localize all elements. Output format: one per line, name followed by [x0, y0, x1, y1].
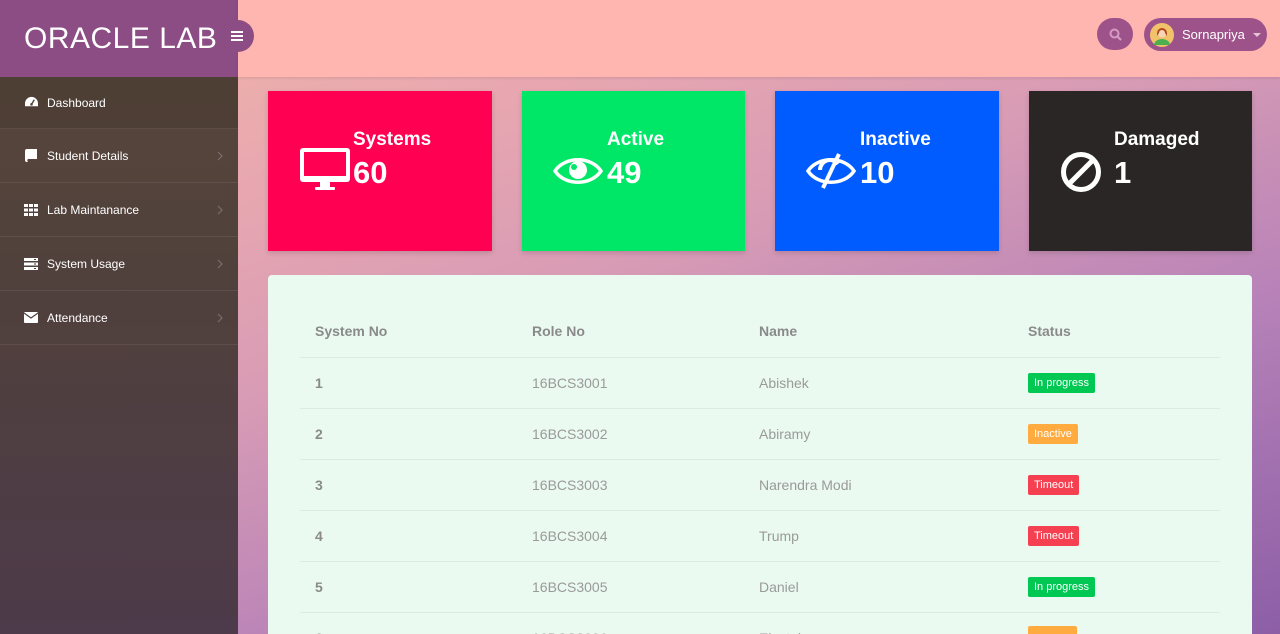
table-row[interactable]: 4 16BCS3004 Trump Timeout — [300, 510, 1220, 562]
system-no-cell: 4 — [300, 510, 517, 562]
status-badge — [1028, 626, 1077, 634]
sidebar-item-label: Lab Maintanance — [47, 202, 140, 217]
menu-icon — [231, 31, 243, 41]
chevron-right-icon — [217, 151, 223, 160]
sidebar-item-label: Dashboard — [47, 95, 106, 110]
systems-table-panel: System No Role No Name Status 1 16BCS3001… — [268, 275, 1252, 634]
table-row[interactable]: 5 16BCS3005 Daniel In progress — [300, 561, 1220, 613]
sidebar-item-system-usage[interactable]: System Usage — [0, 237, 238, 291]
user-menu-button[interactable]: Sornapriya — [1144, 18, 1267, 51]
name-cell: Abiramy — [744, 408, 1013, 460]
name-cell: Trump — [744, 510, 1013, 562]
search-icon — [1109, 28, 1122, 41]
user-name: Sornapriya — [1182, 27, 1245, 42]
sidebar-item-dashboard[interactable]: Dashboard — [0, 77, 238, 129]
eye-slash-icon — [806, 153, 856, 189]
stat-title: Systems — [353, 129, 432, 150]
sidebar-item-label: Attendance — [47, 310, 108, 325]
book-icon — [23, 149, 39, 163]
ban-icon — [1061, 152, 1101, 192]
chevron-right-icon — [217, 313, 223, 322]
status-badge: Timeout — [1028, 474, 1080, 495]
table-row[interactable]: 3 16BCS3003 Narendra Modi Timeout — [300, 459, 1220, 511]
sidebar-item-student-details[interactable]: Student Details — [0, 129, 238, 183]
stat-card-active[interactable]: Active 49 — [522, 91, 745, 251]
brand-title[interactable]: ORACLE LAB — [0, 0, 238, 77]
system-no-cell: 5 — [300, 561, 517, 613]
sidebar-item-attendance[interactable]: Attendance — [0, 291, 238, 345]
name-cell: Daniel — [744, 561, 1013, 613]
role-no-cell: 16BCS3005 — [517, 561, 744, 613]
role-no-cell: 16BCS3001 — [517, 357, 744, 409]
stat-card-inactive[interactable]: Inactive 10 — [775, 91, 999, 251]
stat-value: 60 — [353, 155, 388, 190]
stat-card-damaged[interactable]: Damaged 1 — [1029, 91, 1252, 251]
role-no-cell: 16BCS3002 — [517, 408, 744, 460]
status-cell: In progress — [1013, 357, 1220, 409]
name-cell: Abishek — [744, 357, 1013, 409]
system-no-cell: 2 — [300, 408, 517, 460]
table-row[interactable]: 2 16BCS3002 Abiramy Inactive — [300, 408, 1220, 460]
status-cell: Timeout — [1013, 510, 1220, 562]
sidebar-item-label: System Usage — [47, 256, 126, 271]
system-no-cell: 1 — [300, 357, 517, 409]
column-header: Status — [1013, 305, 1220, 358]
eye-icon — [553, 158, 603, 184]
sidebar-toggle-button[interactable] — [220, 20, 254, 52]
sidebar-item-lab-maintanance[interactable]: Lab Maintanance — [0, 183, 238, 237]
avatar — [1150, 22, 1174, 47]
stat-title: Damaged — [1114, 129, 1200, 150]
table-row[interactable]: 1 16BCS3001 Abishek In progress — [300, 357, 1220, 409]
top-header: Sornapriya — [220, 0, 1280, 77]
monitor-icon — [300, 148, 350, 190]
dashboard-icon — [23, 96, 39, 110]
status-badge: In progress — [1028, 372, 1096, 393]
server-icon — [23, 257, 39, 271]
stat-value: 1 — [1114, 155, 1132, 190]
status-badge: Timeout — [1028, 525, 1080, 546]
status-cell: Timeout — [1013, 459, 1220, 511]
grid-icon — [23, 203, 39, 217]
stat-title: Inactive — [860, 129, 931, 150]
envelope-icon — [23, 311, 39, 325]
status-cell: Inactive — [1013, 408, 1220, 460]
column-header: Role No — [517, 305, 744, 358]
status-badge: In progress — [1028, 576, 1096, 597]
name-cell: Einstein — [744, 612, 1013, 634]
search-button[interactable] — [1097, 18, 1133, 50]
stat-title: Active — [607, 129, 665, 150]
status-cell: In progress — [1013, 561, 1220, 613]
table-row[interactable]: 616BCS3006Einstein — [300, 612, 1220, 634]
chevron-down-icon — [1252, 32, 1261, 37]
chevron-right-icon — [217, 259, 223, 268]
column-header: System No — [300, 305, 517, 358]
sidebar-item-label: Student Details — [47, 148, 129, 163]
name-cell: Narendra Modi — [744, 459, 1013, 511]
status-badge: Inactive — [1028, 423, 1078, 444]
system-no-cell: 3 — [300, 459, 517, 511]
role-no-cell: 16BCS3004 — [517, 510, 744, 562]
table-header-row: System No Role No Name Status — [300, 305, 1220, 358]
stat-card-systems[interactable]: Systems 60 — [268, 91, 492, 251]
status-cell — [1013, 612, 1220, 634]
role-no-cell: 16BCS3006 — [517, 612, 744, 634]
chevron-right-icon — [217, 205, 223, 214]
sidebar: ORACLE LAB Dashboard Student Details Lab… — [0, 0, 238, 634]
stat-value: 49 — [607, 155, 642, 190]
role-no-cell: 16BCS3003 — [517, 459, 744, 511]
column-header: Name — [744, 305, 1013, 358]
systems-table: System No Role No Name Status 1 16BCS3001… — [300, 305, 1220, 634]
system-no-cell: 6 — [300, 612, 517, 634]
stat-value: 10 — [860, 155, 895, 190]
